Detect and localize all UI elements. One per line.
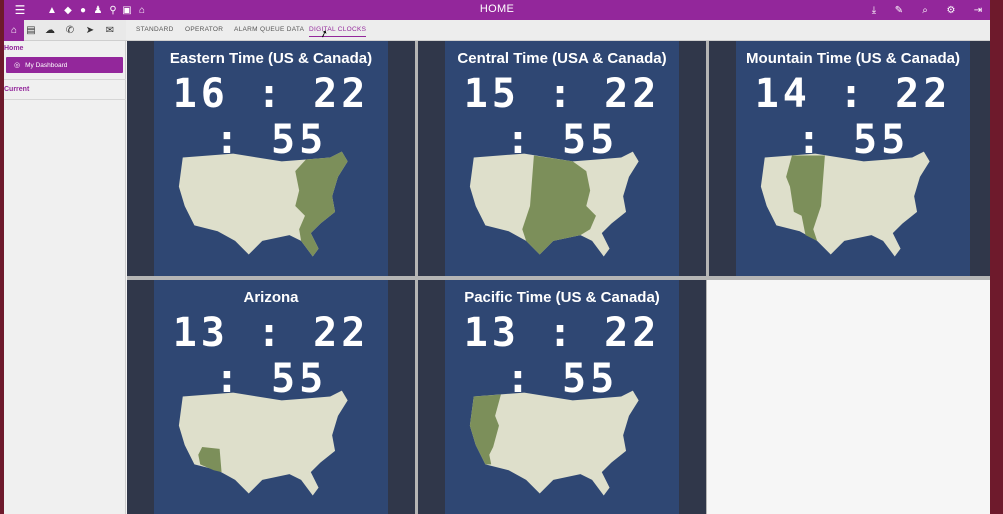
us-map-pacific-highlight — [469, 390, 639, 496]
settings-icon[interactable]: ⚙ — [943, 0, 959, 20]
app-window: ☰ ▲ ◆ ● ♟ ⚲ ▣ ⌂ HOME ⤓ ✎ ⌕ ⚙ ⇥ ⌂ ▤ ☁ ✆ ➤… — [4, 0, 990, 514]
time-zone-name: Mountain Time (US & Canada) — [746, 50, 960, 67]
sidebar-item-label: My Dashboard — [25, 61, 68, 69]
time-zone-name: Pacific Time (US & Canada) — [464, 289, 660, 306]
tab-alarm-queue-data[interactable]: ALARM QUEUE DATA — [234, 26, 304, 36]
dashboard-icon: ◎ — [14, 62, 21, 69]
us-map-arizona-highlight — [178, 390, 348, 496]
clock-tile-mountain: Mountain Time (US & Canada) 14 : 22 : 55 — [709, 41, 990, 276]
clock-grid: Eastern Time (US & Canada) 16 : 22 : 55 … — [127, 41, 990, 514]
us-map-central-highlight — [469, 151, 639, 257]
sidebar-home-label[interactable]: Home — [4, 45, 23, 52]
sidebar-item-my-dashboard[interactable]: ◎ My Dashboard — [6, 57, 123, 73]
divider — [4, 99, 126, 100]
chat-icon[interactable]: ☁ — [40, 20, 60, 41]
tab-digital-clocks[interactable]: DIGITAL CLOCKS — [309, 26, 367, 37]
mail-icon[interactable]: ✉ — [100, 20, 120, 41]
toolbar: ⌂ ▤ ☁ ✆ ➤ ✉ — [4, 20, 126, 41]
top-bar: ☰ ▲ ◆ ● ♟ ⚲ ▣ ⌂ HOME ⤓ ✎ ⌕ ⚙ ⇥ — [4, 0, 990, 20]
tab-operator[interactable]: OPERATOR — [185, 26, 223, 36]
search-icon[interactable]: ⌕ — [917, 0, 933, 20]
download-icon[interactable]: ⤓ — [866, 0, 882, 20]
sidebar: Home ◎ My Dashboard Current — [4, 41, 126, 514]
tab-bar: STANDARD OPERATOR ALARM QUEUE DATA DIGIT… — [126, 20, 990, 41]
empty-tile — [707, 280, 990, 514]
clock-tile-arizona: Arizona 13 : 22 : 55 — [127, 280, 415, 514]
pencil-icon[interactable]: ✎ — [891, 0, 907, 20]
us-map-mountain-highlight — [760, 151, 930, 257]
divider — [4, 79, 126, 80]
tab-standard[interactable]: STANDARD — [136, 26, 174, 36]
clock-tile-eastern: Eastern Time (US & Canada) 16 : 22 : 55 — [127, 41, 415, 276]
time-zone-name: Eastern Time (US & Canada) — [169, 50, 373, 67]
send-icon[interactable]: ➤ — [80, 20, 100, 41]
sidebar-current-label[interactable]: Current — [4, 86, 29, 93]
clock-tile-central: Central Time (USA & Canada) 15 : 22 : 55 — [418, 41, 706, 276]
us-map-eastern-highlight — [178, 151, 348, 257]
clock-tile-pacific: Pacific Time (US & Canada) 13 : 22 : 55 — [418, 280, 706, 514]
page-title: HOME — [479, 3, 515, 15]
phone-icon[interactable]: ✆ — [60, 20, 80, 41]
document-icon[interactable]: ▤ — [21, 20, 41, 41]
time-zone-name: Central Time (USA & Canada) — [457, 50, 667, 67]
logout-icon[interactable]: ⇥ — [970, 0, 986, 20]
time-zone-name: Arizona — [243, 289, 299, 306]
